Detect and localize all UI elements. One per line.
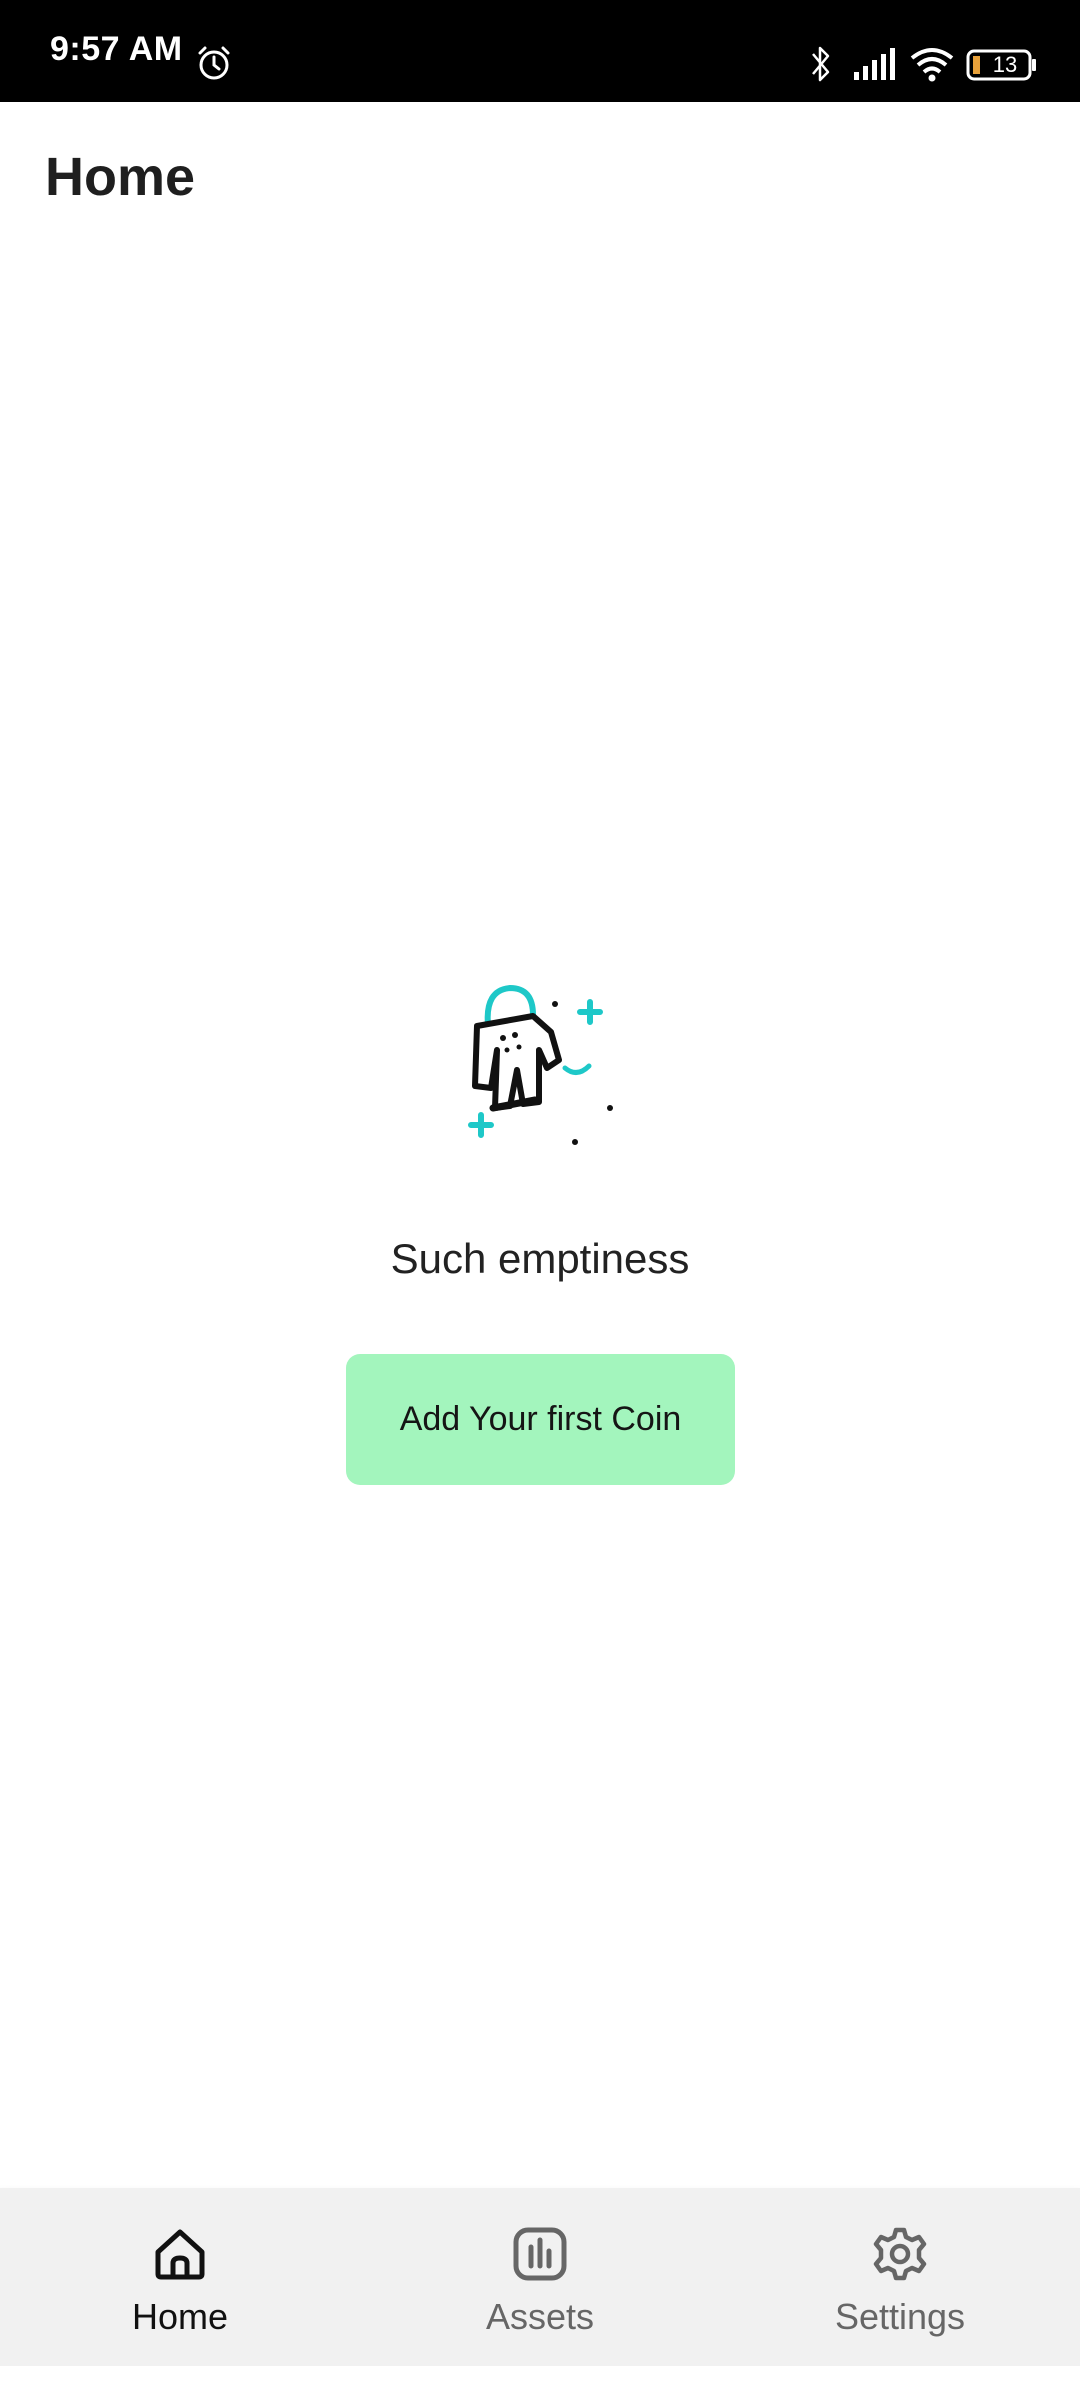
nav-item-home[interactable]: Home — [0, 2188, 360, 2366]
nav-item-assets[interactable]: Assets — [360, 2188, 720, 2366]
nav-label-assets: Assets — [485, 2296, 595, 2337]
bottom-edge — [0, 2366, 1080, 2400]
battery-icon: 13 — [966, 48, 1038, 82]
add-first-coin-button[interactable]: Add Your first Coin — [346, 1354, 735, 1485]
nav-item-settings[interactable]: Settings — [720, 2188, 1080, 2366]
status-bar: 9:57 AM 13 — [0, 0, 1080, 102]
status-time: 9:57 AM — [50, 30, 183, 68]
alarm-icon — [198, 46, 230, 80]
page-title: Home — [45, 147, 196, 207]
nav-label-home: Home — [131, 2296, 229, 2337]
gear-icon — [873, 2227, 927, 2281]
astronaut-icon — [468, 984, 613, 1145]
bottom-nav: Home Assets Settings — [0, 2188, 1080, 2366]
bluetooth-icon — [812, 46, 830, 82]
battery-level: 13 — [992, 52, 1018, 77]
wifi-icon — [910, 48, 954, 82]
empty-state-message: Such emptiness — [390, 1235, 690, 1282]
chart-icon — [513, 2227, 567, 2281]
signal-icon — [854, 48, 895, 80]
home-icon — [155, 2229, 205, 2280]
nav-label-settings: Settings — [834, 2296, 966, 2337]
